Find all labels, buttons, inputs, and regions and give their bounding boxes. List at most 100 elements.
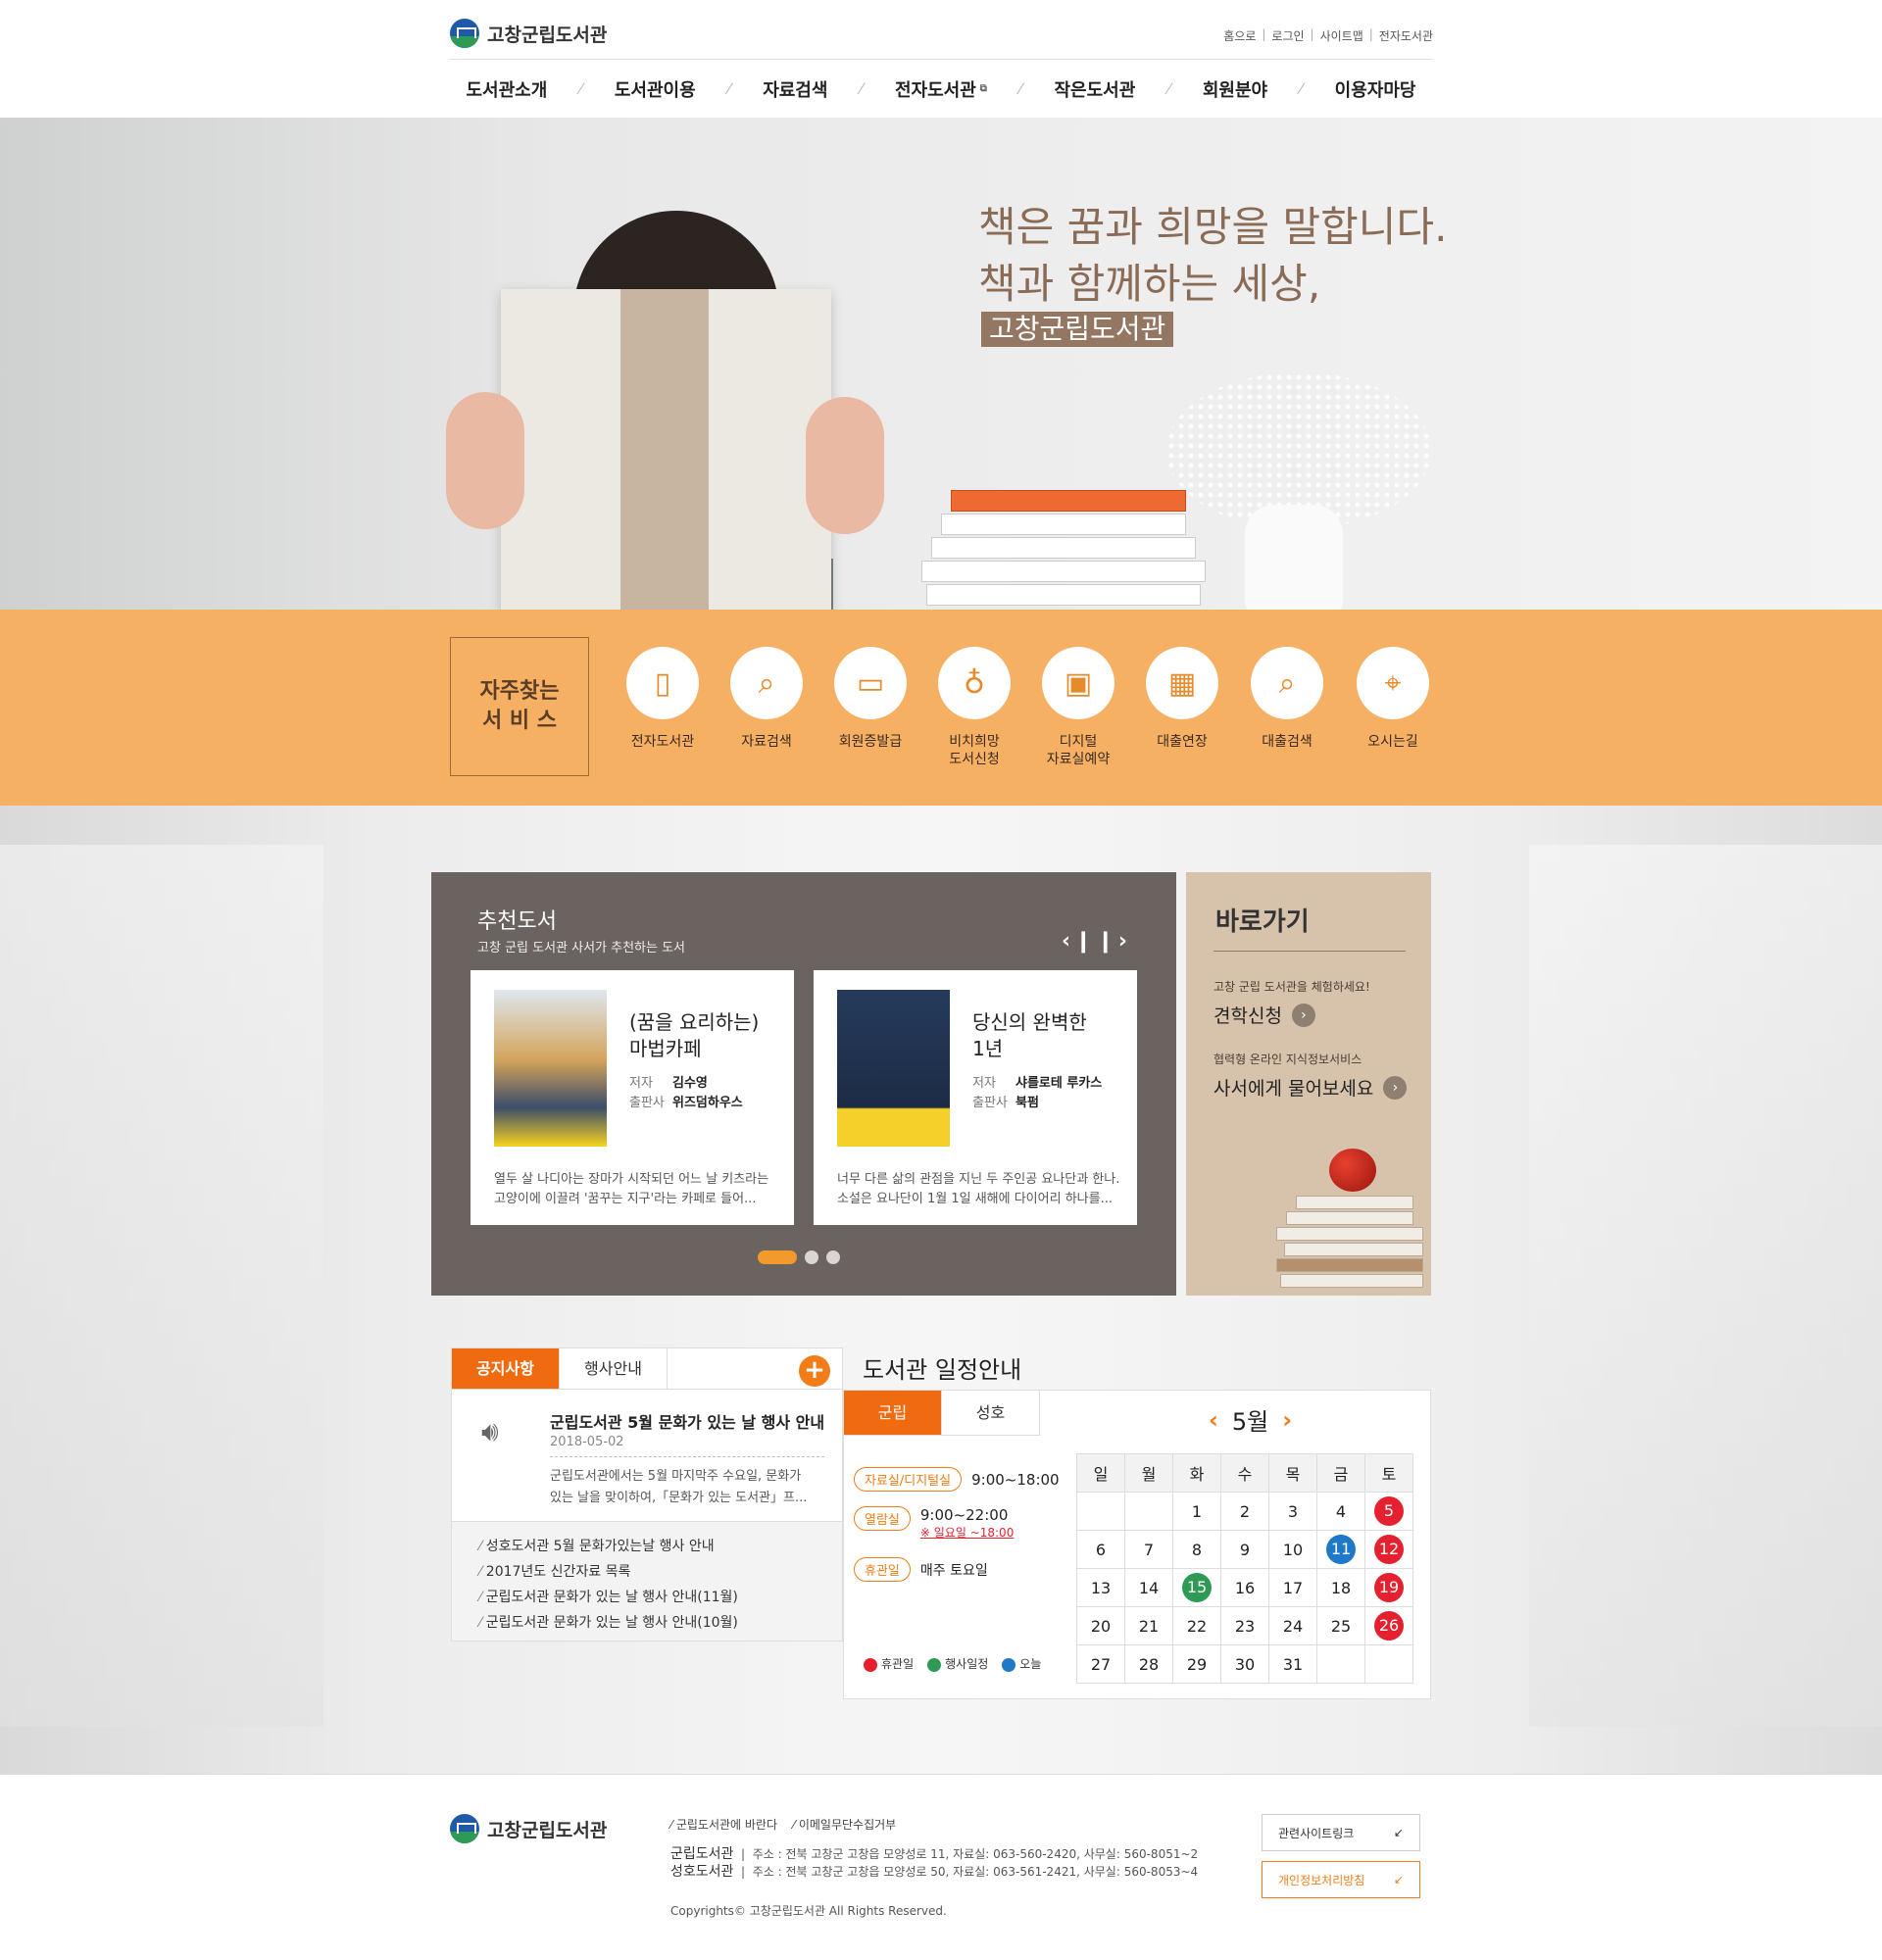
document-search-icon: ⌕ xyxy=(730,647,803,719)
calendar-day[interactable]: 2 xyxy=(1220,1492,1269,1531)
hours-row: 휴관일 매주 토요일 xyxy=(854,1557,988,1582)
calendar-day[interactable]: 16 xyxy=(1220,1568,1269,1607)
nav-item-community[interactable]: 이용자마당 xyxy=(1335,76,1416,102)
calendar-day[interactable]: 23 xyxy=(1220,1606,1269,1645)
hero-badge: 고창군립도서관 xyxy=(981,312,1174,347)
service-card[interactable]: ▭ 회원증발급 xyxy=(817,647,924,751)
calendar-day[interactable]: 11 xyxy=(1316,1530,1365,1569)
current-month: 5월 xyxy=(1231,1408,1269,1436)
nav-item-search[interactable]: 자료검색 xyxy=(763,76,827,102)
nav-item-small-library[interactable]: 작은도서관 xyxy=(1054,76,1135,102)
calendar-day-number: 29 xyxy=(1186,1654,1208,1674)
slide-dot[interactable] xyxy=(826,1250,840,1264)
service-elibrary[interactable]: ▯ 전자도서관 xyxy=(609,647,717,751)
prev-arrow-icon[interactable]: ‹ xyxy=(1062,929,1074,954)
calendar-day[interactable]: 20 xyxy=(1076,1606,1125,1645)
footer: 고창군립도서관 ⁄ 군립도서관에 바란다 ⁄ 이메일무단수집거부 군립도서관 |… xyxy=(0,1774,1882,1960)
slide-dot[interactable] xyxy=(805,1250,818,1264)
calendar-day[interactable]: 8 xyxy=(1172,1530,1221,1569)
calendar-day[interactable]: 6 xyxy=(1076,1530,1125,1569)
calendar-day[interactable]: 29 xyxy=(1172,1644,1221,1684)
calendar-day[interactable]: 10 xyxy=(1268,1530,1317,1569)
book-cover xyxy=(494,990,607,1147)
service-label: 대출검색 xyxy=(1262,734,1312,750)
next-arrow-icon[interactable]: › xyxy=(1118,929,1131,954)
calendar-day[interactable]: 21 xyxy=(1124,1606,1173,1645)
list-item[interactable]: 군립도서관 문화가 있는 날 행사 안내(11월) xyxy=(479,1585,842,1610)
sitemap-link[interactable]: 사이트맵 xyxy=(1320,27,1363,44)
chevron-right-icon[interactable]: › xyxy=(1282,1406,1292,1434)
calendar-day[interactable]: 1 xyxy=(1172,1492,1221,1531)
nav-item-members[interactable]: 회원분야 xyxy=(1203,76,1267,102)
nav-item-usage[interactable]: 도서관이용 xyxy=(615,76,696,102)
login-link[interactable]: 로그인 xyxy=(1271,27,1304,44)
main-nav: 도서관소개 ⁄ 도서관이용 ⁄ 자료검색 ⁄ 전자도서관 ⧉ ⁄ 작은도서관 ⁄ 회원분야 ⁄… xyxy=(450,59,1432,118)
hero-open-book xyxy=(501,289,831,610)
hero-headline-2: 책과 함께하는 세상, xyxy=(978,260,1321,308)
calendar-day[interactable]: 24 xyxy=(1268,1606,1317,1645)
related-sites-button[interactable]: 관련사이트링크 ↙ xyxy=(1262,1814,1420,1851)
calendar-day[interactable]: 14 xyxy=(1124,1568,1173,1607)
book-meta: 저자 김수영 출판사 위즈덤하우스 xyxy=(629,1074,743,1113)
calendar-day[interactable]: 30 xyxy=(1220,1644,1269,1684)
calendar-day[interactable]: 18 xyxy=(1316,1568,1365,1607)
hero-banner: 책은 꿈과 희망을 말합니다. 책과 함께하는 세상, 고창군립도서관 xyxy=(0,118,1882,610)
calendar-day[interactable]: 3 xyxy=(1268,1492,1317,1531)
service-search[interactable]: ⌕ 자료검색 xyxy=(713,647,820,751)
calendar-day[interactable]: 28 xyxy=(1124,1644,1173,1684)
calendar-day[interactable]: 9 xyxy=(1220,1530,1269,1569)
plus-icon[interactable]: + xyxy=(799,1355,830,1387)
tab-seongho[interactable]: 성호 xyxy=(942,1391,1040,1436)
calendar-day[interactable]: 13 xyxy=(1076,1568,1125,1607)
site-logo[interactable]: 고창군립도서관 xyxy=(450,19,607,48)
nav-item-intro[interactable]: 도서관소개 xyxy=(466,76,547,102)
ask-librarian-link[interactable]: 사서에게 물어보세요 › xyxy=(1213,1074,1408,1101)
service-renew[interactable]: ▦ 대출연장 xyxy=(1128,647,1236,751)
slide-dot-active[interactable] xyxy=(758,1250,797,1264)
calendar-day[interactable]: 5 xyxy=(1364,1492,1413,1531)
list-item[interactable]: 성호도서관 5월 문화가있는날 행사 안내 xyxy=(479,1534,842,1559)
calendar-day[interactable]: 19 xyxy=(1364,1568,1413,1607)
calendar-day xyxy=(1076,1492,1125,1531)
nav-item-elibrary[interactable]: 전자도서관 ⧉ xyxy=(895,76,987,102)
reco-subtitle: 고창 군립 도서관 사서가 추천하는 도서 xyxy=(477,941,686,956)
service-request[interactable]: ♁ 비치희망 도서신청 xyxy=(920,647,1028,768)
calendar-day[interactable]: 31 xyxy=(1268,1644,1317,1684)
calendar-day[interactable]: 15 xyxy=(1172,1568,1221,1607)
service-directions[interactable]: ⌖ 오시는길 xyxy=(1339,647,1447,751)
elibrary-link[interactable]: 전자도서관 xyxy=(1379,27,1433,44)
hours-label: 휴관일 xyxy=(854,1557,911,1582)
calendar-day[interactable]: 7 xyxy=(1124,1530,1173,1569)
card-icon: ▭ xyxy=(834,647,907,719)
tour-request-link[interactable]: 견학신청 › xyxy=(1213,1002,1315,1028)
service-digital[interactable]: ▣ 디지털 자료실예약 xyxy=(1024,647,1132,768)
footer-link-feedback[interactable]: ⁄ 군립도서관에 바란다 xyxy=(670,1816,777,1833)
calendar-day[interactable]: 17 xyxy=(1268,1568,1317,1607)
hours-value: 9:00~22:00 xyxy=(919,1506,1009,1524)
privacy-policy-button[interactable]: 개인정보처리방침 ↙ xyxy=(1262,1861,1420,1898)
calendar-day-number: 4 xyxy=(1335,1501,1347,1521)
service-label: 전자도서관 xyxy=(630,734,695,750)
service-loan-search[interactable]: ⌕ 대출검색 xyxy=(1233,647,1341,751)
list-item[interactable]: 2017년도 신간자료 목록 xyxy=(479,1559,842,1585)
footer-link-email[interactable]: ⁄ 이메일무단수집거부 xyxy=(793,1816,896,1833)
chevron-left-icon[interactable]: ‹ xyxy=(1209,1406,1218,1434)
calendar-day[interactable]: 4 xyxy=(1316,1492,1365,1531)
featured-notice-title[interactable]: 군립도서관 5월 문화가 있는 날 행사 안내 xyxy=(550,1409,824,1433)
tab-events[interactable]: 행사안내 xyxy=(560,1348,668,1389)
pause-icon[interactable]: ❙❙ xyxy=(1074,929,1118,954)
tab-gunrip[interactable]: 군립 xyxy=(844,1391,942,1436)
calendar-day[interactable]: 25 xyxy=(1316,1606,1365,1645)
weekday-header: 화 xyxy=(1172,1453,1221,1493)
calendar-day[interactable]: 27 xyxy=(1076,1644,1125,1684)
calendar-day[interactable]: 22 xyxy=(1172,1606,1221,1645)
tab-notice[interactable]: 공지사항 xyxy=(452,1348,560,1389)
calendar-day[interactable]: 12 xyxy=(1364,1530,1413,1569)
book-card[interactable]: (꿈을 요리하는) 마법카페 저자 김수영 출판사 위즈덤하우스 열두 살 나디아는 … xyxy=(470,970,794,1225)
book-card[interactable]: 당신의 완벽한 1년 저자 샤를로테 루카스 출판사 북펌 너무 다른 삶의 관점을 … xyxy=(814,970,1137,1225)
list-item[interactable]: 군립도서관 문화가 있는 날 행사 안내(10월) xyxy=(479,1610,842,1636)
home-link[interactable]: 홈으로 xyxy=(1223,27,1256,44)
calendar-day[interactable]: 26 xyxy=(1364,1606,1413,1645)
calendar-day-number: 18 xyxy=(1330,1578,1352,1597)
quick-title-line2: 서 비 스 xyxy=(481,709,558,733)
